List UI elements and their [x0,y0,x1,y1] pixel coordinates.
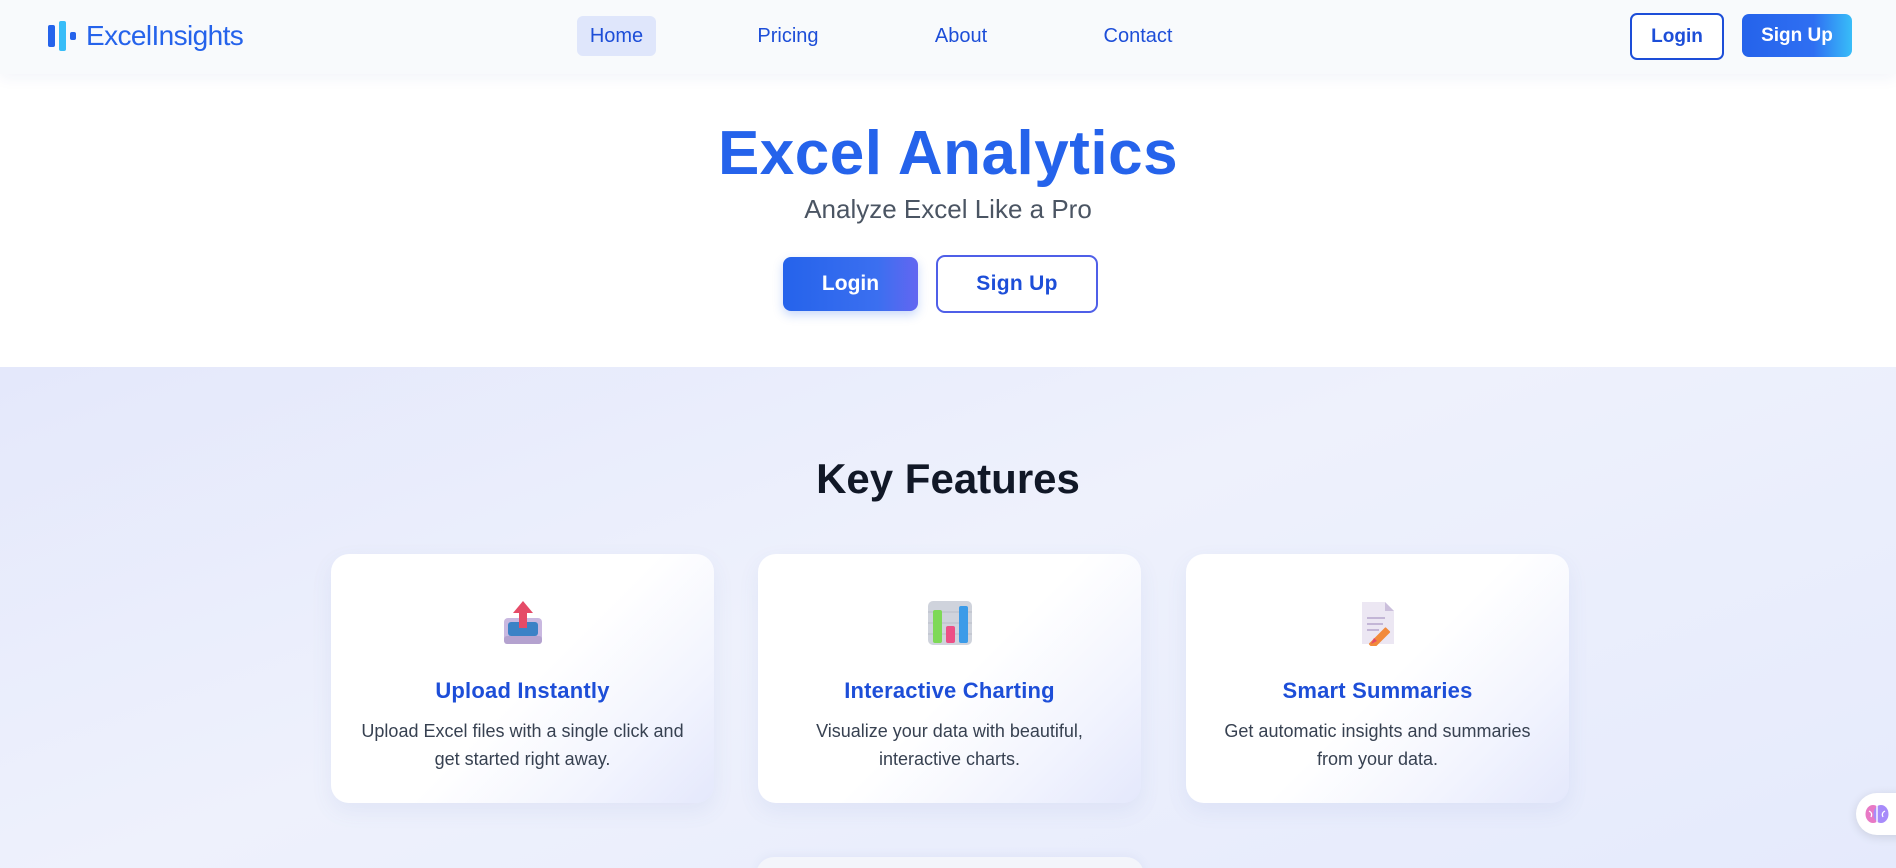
upload-tray-icon [503,601,542,644]
feature-card-description: Get automatic insights and summaries fro… [1224,721,1531,769]
memo-icon [1361,602,1394,646]
feature-card-upload: Upload Instantly Upload Excel files with… [331,554,714,803]
nav-link-contact[interactable]: Contact [1099,16,1177,56]
nav-link-home[interactable]: Home [577,16,656,56]
hero-login-button[interactable]: Login [783,257,918,311]
floating-assistant-button[interactable] [1856,793,1896,835]
feature-card-description: Upload Excel files with a single click a… [361,721,684,769]
nav-link-pricing[interactable]: Pricing [751,16,825,56]
feature-card-title: Upload Instantly [435,678,610,703]
hero-title: Excel Analytics [717,119,1179,188]
hero-signup-button[interactable]: Sign Up [936,255,1098,313]
features-section: Key Features Upload Instantly Upload Exc… [0,367,1896,868]
navbar-login-button[interactable]: Login [1630,13,1724,60]
nav-link-about[interactable]: About [929,16,993,56]
feature-card-summaries: Smart Summaries Get automatic insights a… [1186,554,1569,803]
bar-chart-icon [927,601,972,645]
navbar-signup-button[interactable]: Sign Up [1742,14,1852,57]
features-heading: Key Features [816,455,1080,502]
brand-logo[interactable]: ExcelInsights [48,20,244,52]
brain-icon [1865,805,1889,823]
hero-subtitle: Analyze Excel Like a Pro [804,194,1092,224]
feature-card-description: Visualize your data with beautiful, inte… [816,721,1083,769]
brand-name: ExcelInsights [86,20,244,51]
top-navbar: ExcelInsights Home Pricing About Contact… [0,0,1896,74]
feature-card-charting: Interactive Charting Visualize your data… [758,554,1141,803]
hero-section: Excel Analytics Analyze Excel Like a Pro… [0,74,1896,367]
feature-card-title: Smart Summaries [1282,678,1473,703]
logo-bars-icon [48,21,76,51]
feature-card-partial [756,857,1144,868]
feature-card-title: Interactive Charting [844,678,1055,703]
